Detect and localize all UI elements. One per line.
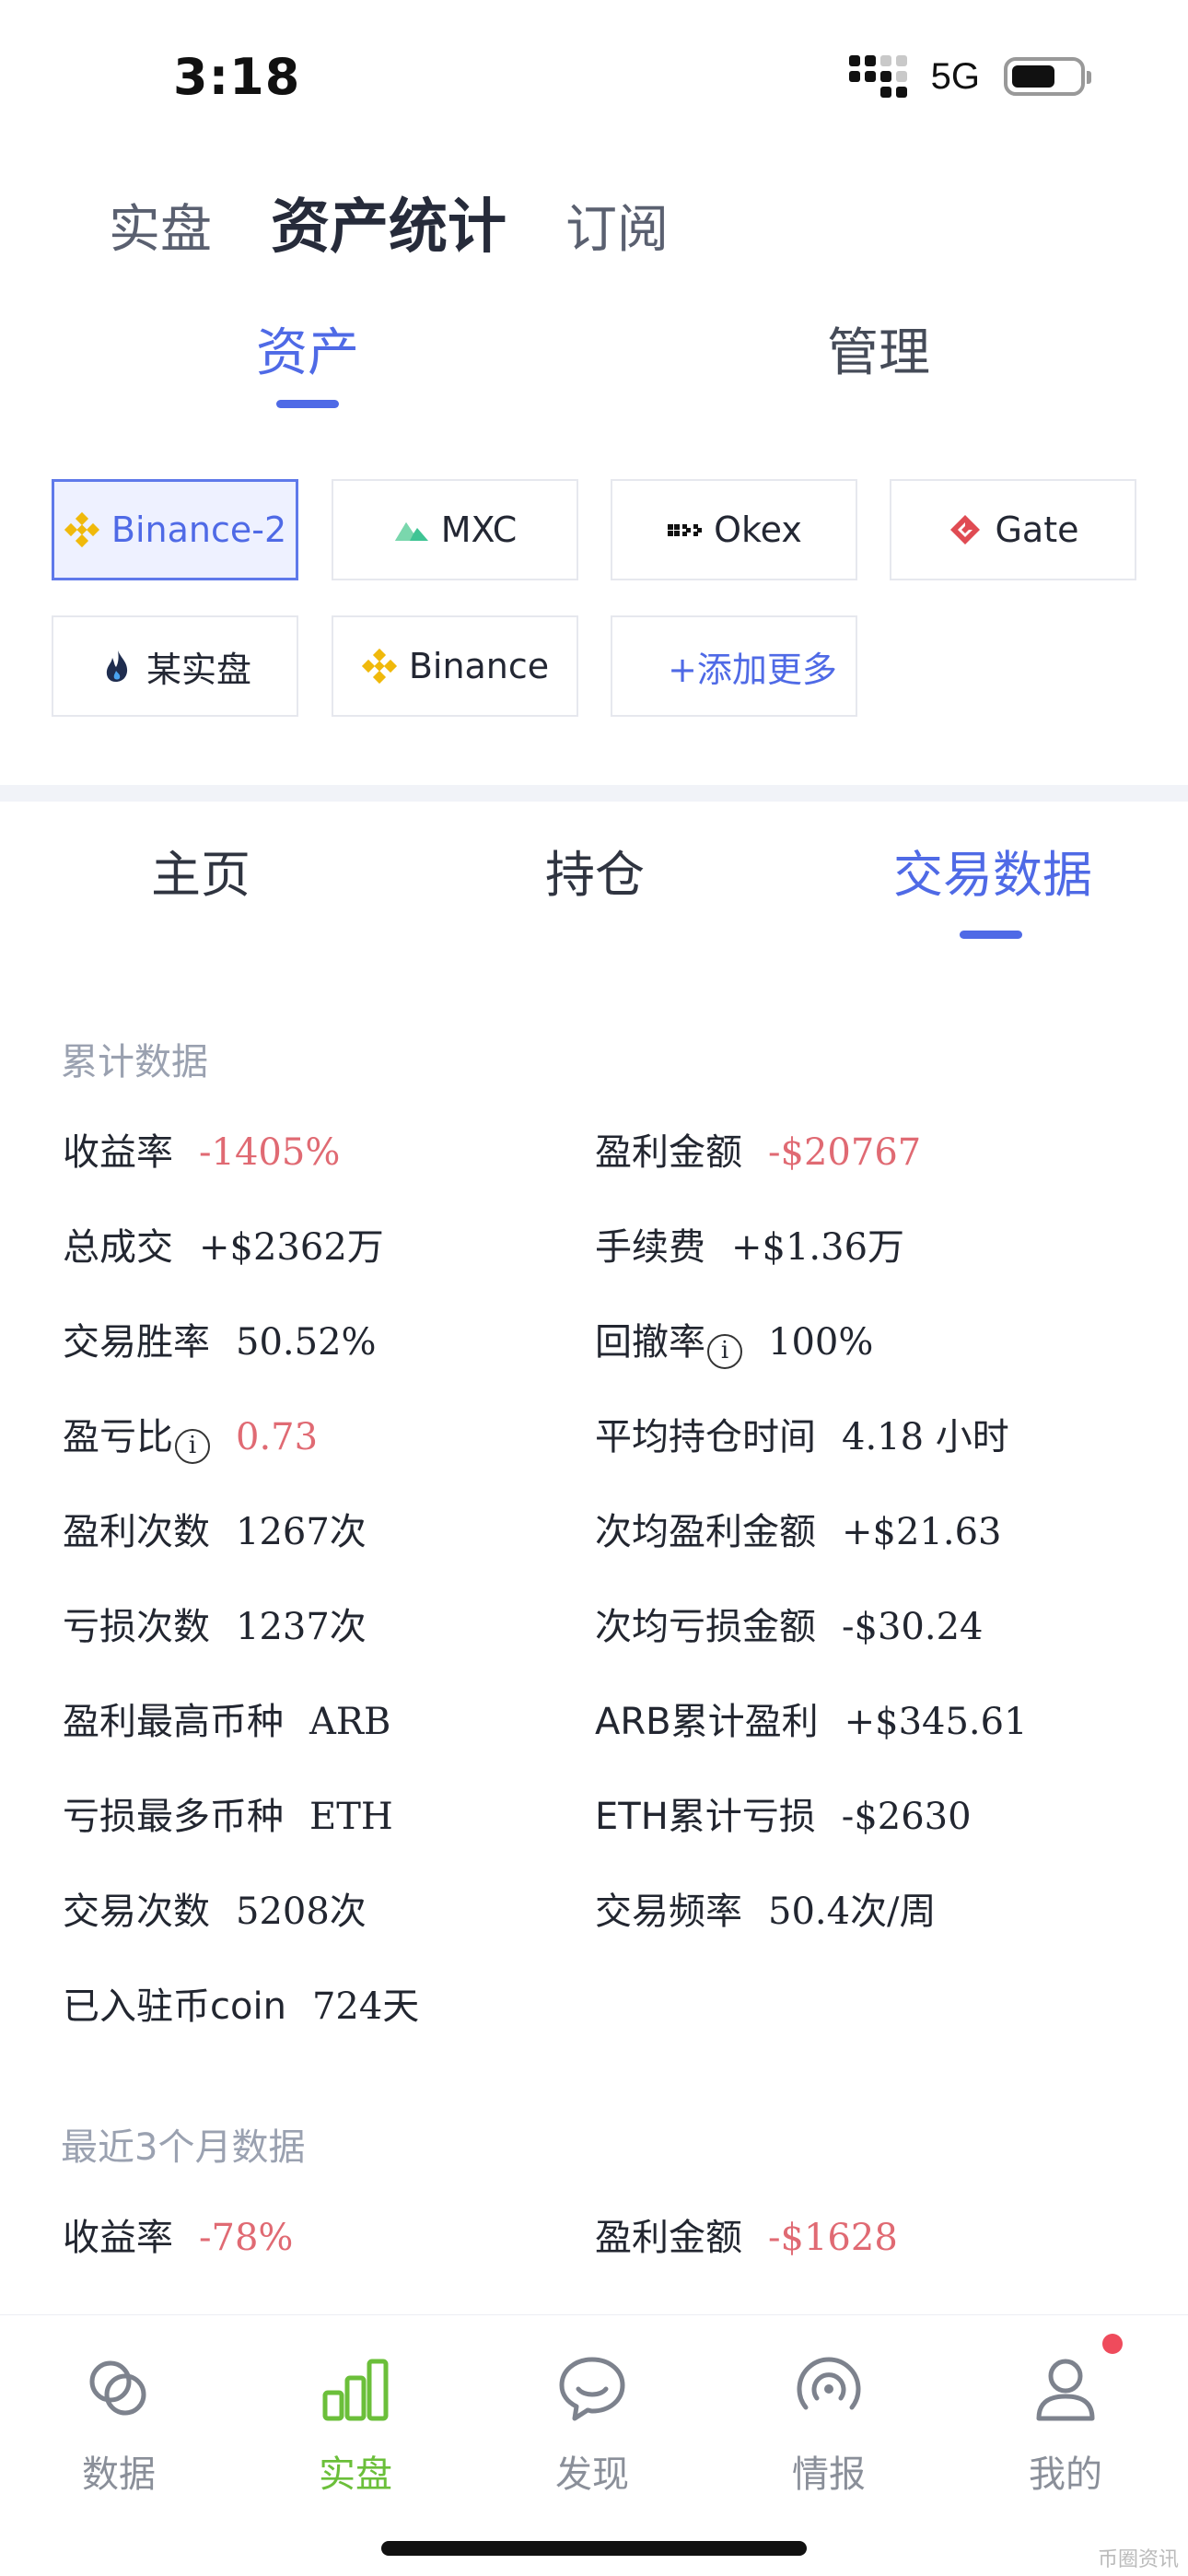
- bar-chart-icon: [322, 2359, 389, 2421]
- info-icon[interactable]: i: [707, 1334, 742, 1369]
- stat-avg-profit: 次均盈利金额 +$21.63: [595, 1511, 1002, 1553]
- broadcast-icon: [797, 2357, 861, 2410]
- okex-icon: [668, 524, 703, 536]
- stat-win-count: 盈利次数 1267次: [63, 1511, 367, 1553]
- section-divider: [0, 785, 1188, 802]
- active-tab-indicator: [276, 400, 339, 408]
- battery-icon: [1004, 57, 1091, 96]
- stat-top-coin-profit: ARB累计盈利 +$345.61: [595, 1701, 1028, 1743]
- exchange-label: MXC: [440, 509, 518, 550]
- exchange-binance-2[interactable]: Binance-2: [52, 479, 298, 580]
- top-tabs: 实盘 资产统计 订阅: [109, 180, 669, 264]
- bottom-tab-bar: 数据 实盘 发现 情报 我的: [0, 2314, 1188, 2576]
- stat-profit-amount: 盈利金额 -$20767: [595, 1131, 922, 1174]
- nav-discover[interactable]: 发现: [518, 2352, 666, 2498]
- stat-top-loss-coin: 亏损最多币种 ETH: [63, 1796, 393, 1838]
- data-icon: [89, 2360, 146, 2416]
- nav-live[interactable]: 实盘: [282, 2352, 429, 2498]
- tab-live[interactable]: 实盘: [109, 188, 212, 263]
- section-title-recent: 最近3个月数据: [61, 2126, 306, 2169]
- tab-asset-stats[interactable]: 资产统计: [271, 180, 507, 264]
- exchange-gate[interactable]: Gate: [890, 479, 1136, 580]
- network-label: 5G: [930, 55, 980, 97]
- exchange-okex[interactable]: Okex: [611, 479, 857, 580]
- binance-icon: [64, 511, 99, 548]
- watermark: 币圈资讯: [1097, 2548, 1179, 2571]
- mxc-icon: [394, 522, 428, 541]
- exchange-live-account[interactable]: 某实盘: [52, 615, 298, 717]
- info-icon[interactable]: i: [175, 1429, 210, 1464]
- stat-top-coin-loss: ETH累计亏损 -$2630: [595, 1796, 972, 1838]
- stat-trade-count: 交易次数 5208次: [63, 1891, 367, 1933]
- exchange-label: Binance-2: [111, 509, 287, 550]
- stat-recent-profit-amount: 盈利金额 -$1628: [595, 2217, 898, 2259]
- stat-avg-loss: 次均亏损金额 -$30.24: [595, 1606, 984, 1648]
- exchange-label: Okex: [714, 509, 802, 550]
- binance-icon: [361, 648, 397, 685]
- add-more-button[interactable]: +添加更多: [611, 615, 857, 717]
- notification-badge: [1102, 2334, 1123, 2354]
- home-indicator: [381, 2541, 807, 2556]
- stat-recent-return-rate: 收益率 -78%: [63, 2217, 294, 2259]
- stat-total-volume: 总成交 +$2362万: [63, 1226, 384, 1269]
- stat-win-rate: 交易胜率 50.52%: [63, 1321, 377, 1364]
- exchange-mxc[interactable]: MXC: [332, 479, 578, 580]
- signal-icon: [848, 55, 907, 98]
- flame-icon: [106, 650, 128, 682]
- nav-profile[interactable]: 我的: [992, 2352, 1139, 2498]
- stat-fees: 手续费 +$1.36万: [595, 1226, 905, 1269]
- stat-avg-hold-time: 平均持仓时间 4.18 小时: [595, 1416, 1009, 1458]
- profile-icon: [1036, 2359, 1095, 2421]
- chat-bubble-icon: [559, 2357, 625, 2421]
- nav-data[interactable]: 数据: [45, 2352, 192, 2498]
- tab-assets[interactable]: 资产: [256, 311, 359, 386]
- nav-intel[interactable]: 情报: [755, 2352, 903, 2498]
- tab-manage[interactable]: 管理: [827, 311, 930, 386]
- stat-loss-count: 亏损次数 1237次: [63, 1606, 367, 1648]
- exchange-label: 某实盘: [146, 649, 251, 690]
- stat-days-joined: 已入驻币coin 724天: [63, 1985, 420, 2028]
- status-time: 3:18: [173, 48, 301, 106]
- tab-trade-data[interactable]: 交易数据: [893, 834, 1092, 907]
- exchange-label: Binance: [408, 646, 550, 686]
- add-more-label: +添加更多: [668, 649, 837, 690]
- stat-pnl-ratio: 盈亏比 i 0.73: [63, 1407, 318, 1464]
- tab-home[interactable]: 主页: [151, 834, 250, 907]
- tab-subscribe[interactable]: 订阅: [565, 188, 669, 263]
- sub-tabs: 资产 管理: [0, 311, 1188, 413]
- stat-drawdown: 回撤率 i 100%: [595, 1312, 873, 1369]
- exchange-binance[interactable]: Binance: [332, 615, 578, 717]
- stat-return-rate: 收益率 -1405%: [63, 1131, 341, 1174]
- active-tab-indicator: [960, 931, 1022, 939]
- gate-icon: [950, 515, 981, 544]
- section-title-cumulative: 累计数据: [61, 1041, 208, 1083]
- tab-positions[interactable]: 持仓: [545, 834, 645, 907]
- stat-trade-frequency: 交易频率 50.4次/周: [595, 1891, 937, 1933]
- stat-top-profit-coin: 盈利最高币种 ARB: [63, 1701, 391, 1743]
- exchange-label: Gate: [995, 509, 1079, 550]
